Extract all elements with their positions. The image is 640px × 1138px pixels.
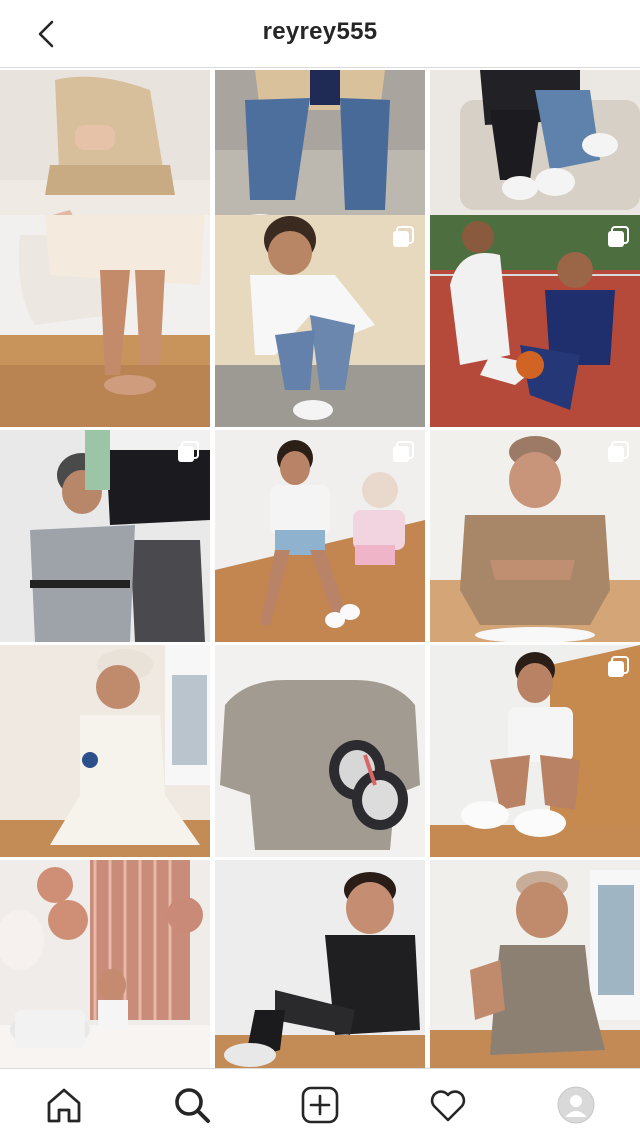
grid-post-4[interactable]: [0, 215, 210, 427]
multi-image-icon: [608, 226, 629, 247]
grid-post-7[interactable]: [0, 430, 210, 642]
multi-image-icon: [608, 441, 629, 462]
post-10-image: [0, 645, 210, 857]
bottom-tab-bar: [0, 1068, 640, 1138]
grid-post-8[interactable]: [215, 430, 425, 642]
home-icon: [47, 1088, 81, 1123]
tab-new-post[interactable]: [298, 1083, 342, 1127]
profile-avatar-icon: [557, 1086, 595, 1124]
post-14-image: [215, 860, 425, 1072]
tab-home[interactable]: [42, 1083, 86, 1127]
multi-image-icon: [393, 226, 414, 247]
grid-post-10[interactable]: [0, 645, 210, 857]
grid-post-5[interactable]: [215, 215, 425, 427]
profile-username-title: reyrey555: [262, 18, 378, 45]
post-13-image: [0, 860, 210, 1072]
grid-post-6[interactable]: [430, 215, 640, 427]
grid-post-13[interactable]: [0, 860, 210, 1072]
grid-post-9[interactable]: [430, 430, 640, 642]
grid-post-12[interactable]: [430, 645, 640, 857]
grid-post-14[interactable]: [215, 860, 425, 1072]
multi-image-icon: [608, 656, 629, 677]
post-4-image: [0, 215, 210, 427]
grid-post-11[interactable]: [215, 645, 425, 857]
activity-heart-icon: [430, 1090, 466, 1122]
tab-profile[interactable]: [554, 1083, 598, 1127]
multi-image-icon: [393, 441, 414, 462]
search-icon: [175, 1088, 210, 1123]
post-15-image: [430, 860, 640, 1072]
tab-activity[interactable]: [426, 1083, 470, 1127]
new-post-icon: [301, 1086, 339, 1124]
post-11-image: [215, 645, 425, 857]
grid-post-15[interactable]: [430, 860, 640, 1072]
multi-image-icon: [178, 441, 199, 462]
top-navigation-bar: reyrey555: [0, 0, 640, 68]
tab-search[interactable]: [170, 1083, 214, 1127]
